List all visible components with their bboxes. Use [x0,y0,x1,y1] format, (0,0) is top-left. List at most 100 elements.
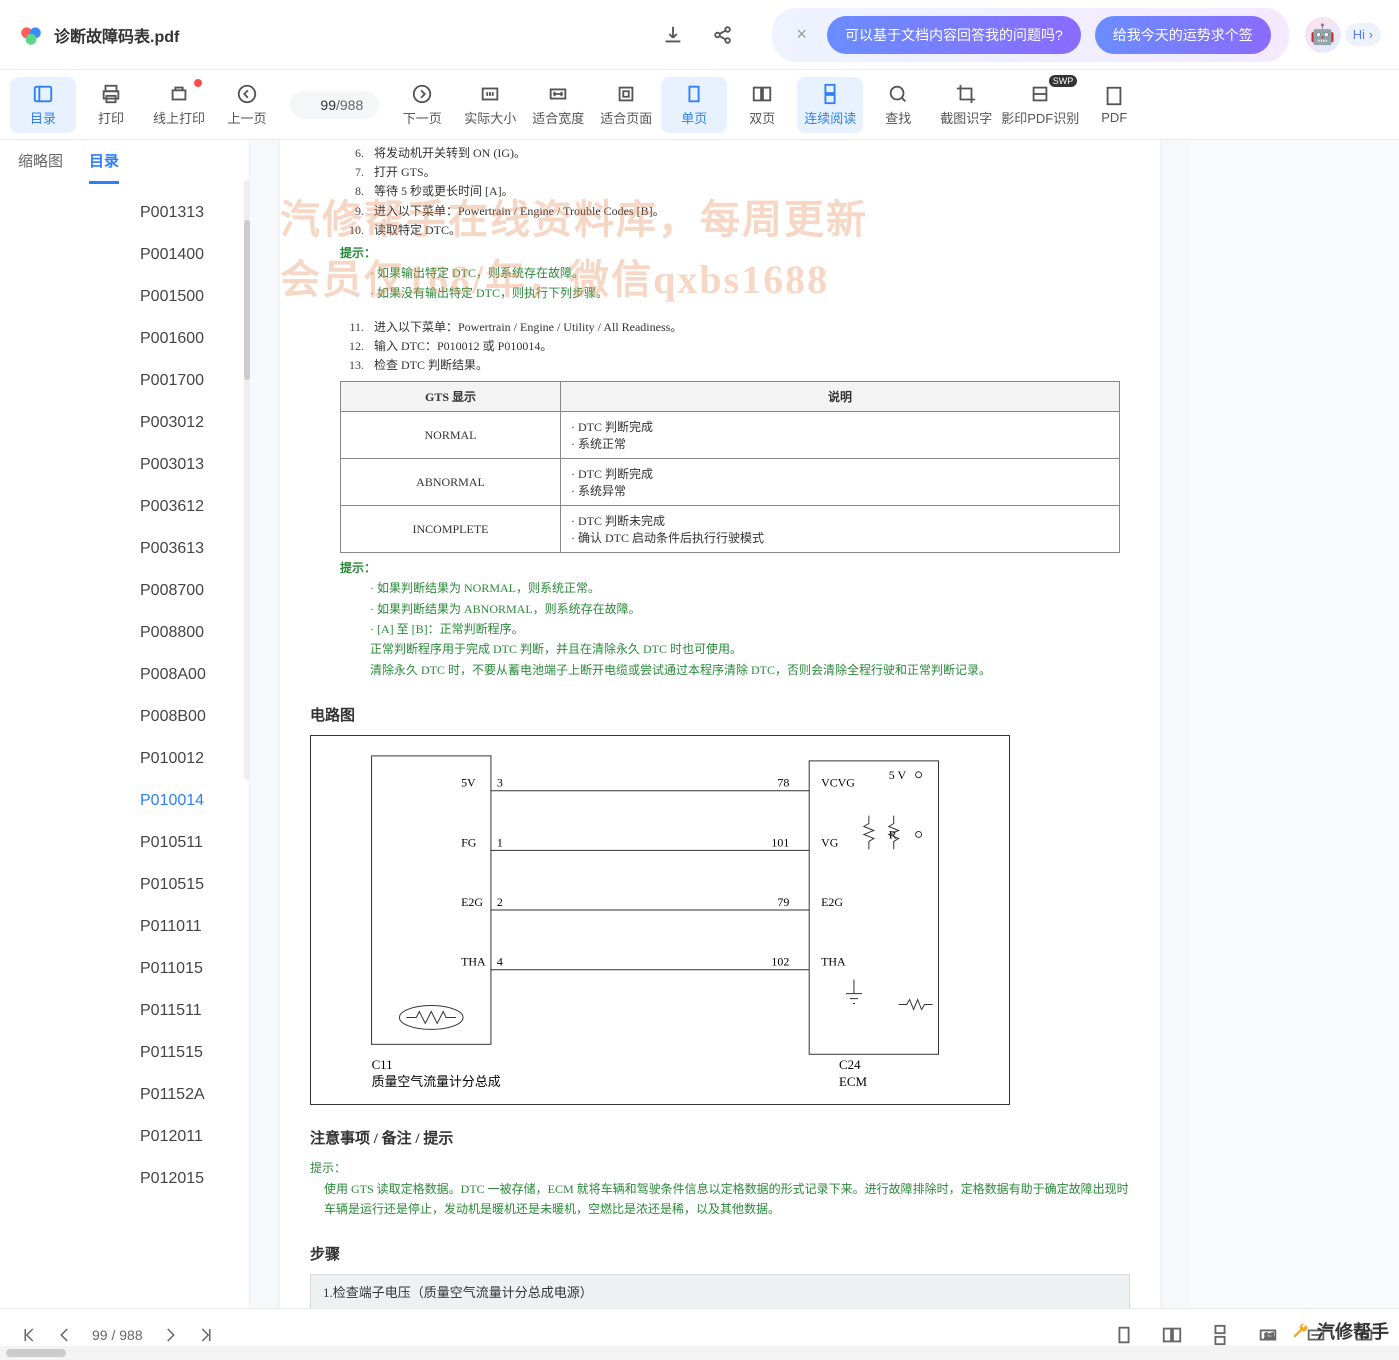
main-body: 缩略图 目录 P001313P001400P001500P001600P0017… [0,140,1399,1308]
page-input[interactable]: / 988 [290,91,379,119]
hint1-title: 提示： [340,244,1130,261]
pdf-icon [1103,85,1125,107]
horizontal-scrollbar[interactable] [0,1346,1399,1360]
pdf-more-button[interactable]: PDF [1081,77,1147,133]
toc-item[interactable]: P011011 [0,906,249,948]
toc-item[interactable]: P011015 [0,948,249,990]
scan-icon [1029,83,1051,105]
chevron-left-circle-icon [236,83,258,105]
fit-page-button[interactable]: 适合页面 [593,77,659,133]
swp-badge: SWP [1049,75,1078,87]
next-page-icon[interactable] [161,1326,179,1344]
toc-item[interactable]: P010012 [0,738,249,780]
svg-text:101: 101 [771,836,789,850]
toc-item[interactable]: P001500 [0,276,249,318]
single-page-button[interactable]: 单页 [661,77,727,133]
step-list-b: 11.进入以下菜单：Powertrain / Engine / Utility … [340,318,1130,376]
online-print-button[interactable]: 线上打印 [146,77,212,133]
document-viewport[interactable]: 6.将发动机开关转到 ON (IG)。7.打开 GTS。8.等待 5 秒或更长时… [250,140,1189,1308]
toc-item[interactable]: P012015 [0,1158,249,1200]
step-list-a: 6.将发动机开关转到 ON (IG)。7.打开 GTS。8.等待 5 秒或更长时… [340,144,1130,240]
continuous-button[interactable]: 连续阅读 [797,77,863,133]
double-page-icon [751,83,773,105]
download-icon[interactable] [662,24,684,46]
online-print-label: 线上打印 [153,108,205,127]
toc-item[interactable]: P010014 [0,780,249,822]
ai-pill-1[interactable]: 可以基于文档内容回答我的问题吗? [827,16,1081,54]
toc-item[interactable]: P008A00 [0,654,249,696]
ai-suggestions: × 可以基于文档内容回答我的问题吗? 给我今天的运势求个签 [772,8,1288,62]
toc-item[interactable]: P001400 [0,234,249,276]
page-total: 988 [340,97,363,113]
next-label: 下一页 [403,108,442,127]
toc-icon [32,83,54,105]
toc-item[interactable]: P01152A [0,1074,249,1116]
view-cont-icon[interactable] [1209,1324,1231,1346]
th-desc: 说明 [561,382,1120,412]
toc-item[interactable]: P001700 [0,360,249,402]
find-button[interactable]: 查找 [865,77,931,133]
fitw-label: 适合宽度 [532,108,584,127]
wrench-icon [1287,1321,1313,1341]
view-single-icon[interactable] [1113,1324,1135,1346]
fit-width-icon [547,83,569,105]
tab-thumbnails[interactable]: 缩略图 [18,150,63,184]
fitp-label: 适合页面 [600,108,652,127]
toc-item[interactable]: P008700 [0,570,249,612]
toc-item[interactable]: P008800 [0,612,249,654]
first-page-icon[interactable] [20,1326,38,1344]
view-actual-icon[interactable]: 1:1 [1257,1324,1279,1346]
toc-item[interactable]: P001313 [0,192,249,234]
file-title: 诊断故障码表.pdf [54,23,179,47]
svg-text:79: 79 [777,895,789,909]
toc-item[interactable]: P010515 [0,864,249,906]
toc-item[interactable]: P003613 [0,528,249,570]
svg-text:2: 2 [497,895,503,909]
search-icon [887,83,909,105]
brand-watermark: 汽修帮手 [1287,1318,1389,1344]
prev-page-button[interactable]: 上一页 [214,77,280,133]
toc-item[interactable]: P003012 [0,402,249,444]
svg-text:VG: VG [821,836,839,850]
tab-toc[interactable]: 目录 [89,150,119,184]
toolbar: 目录 打印 线上打印 上一页 / 988 下一页 实际大小 适合宽度 适合页面 … [0,70,1399,140]
toc-item[interactable]: P011511 [0,990,249,1032]
avatar[interactable]: 🤖 Hi › [1305,17,1381,53]
ai-pill-2[interactable]: 给我今天的运势求个签 [1095,16,1271,54]
view-double-icon[interactable] [1161,1324,1183,1346]
fit-width-button[interactable]: 适合宽度 [525,77,591,133]
sidebar: 缩略图 目录 P001313P001400P001500P001600P0017… [0,140,250,1308]
right-panel [1189,140,1399,1308]
toc-item[interactable]: P001600 [0,318,249,360]
toc-item[interactable]: P003013 [0,444,249,486]
double-page-button[interactable]: 双页 [729,77,795,133]
close-icon[interactable]: × [790,24,813,45]
toc-label: 目录 [30,108,56,127]
share-icon[interactable] [712,24,734,46]
toc-item[interactable]: P008B00 [0,696,249,738]
toc-list[interactable]: P001313P001400P001500P001600P001700P0030… [0,184,249,1308]
ocr-image-button[interactable]: 截图识字 [933,77,999,133]
hint1-lines: · 如果输出特定 DTC，则系统存在故障。· 如果没有输出特定 DTC，则执行下… [310,263,1130,304]
prev-label: 上一页 [227,108,266,127]
toc-button[interactable]: 目录 [10,77,76,133]
toc-item[interactable]: P012011 [0,1116,249,1158]
actual-size-icon [479,83,501,105]
ocr-pdf-button[interactable]: SWP 影印PDF识别 [1001,77,1079,133]
circuit-title: 电路图 [310,704,1130,725]
online-print-icon [168,83,190,105]
svg-text:FG: FG [461,836,477,850]
avatar-hi: Hi › [1345,23,1381,46]
print-button[interactable]: 打印 [78,77,144,133]
prev-page-icon[interactable] [56,1326,74,1344]
toc-item[interactable]: P010511 [0,822,249,864]
page-current-input[interactable] [306,97,336,113]
double-label: 双页 [749,108,775,127]
toc-item[interactable]: P011515 [0,1032,249,1074]
circuit-diagram: 5V378VCVG5 VFG1101VGRE2G279E2GTHA4102THA… [310,735,1010,1105]
last-page-icon[interactable] [197,1326,215,1344]
toc-item[interactable]: P003612 [0,486,249,528]
actual-size-button[interactable]: 实际大小 [457,77,523,133]
svg-text:5V: 5V [461,776,476,790]
next-page-button[interactable]: 下一页 [389,77,455,133]
